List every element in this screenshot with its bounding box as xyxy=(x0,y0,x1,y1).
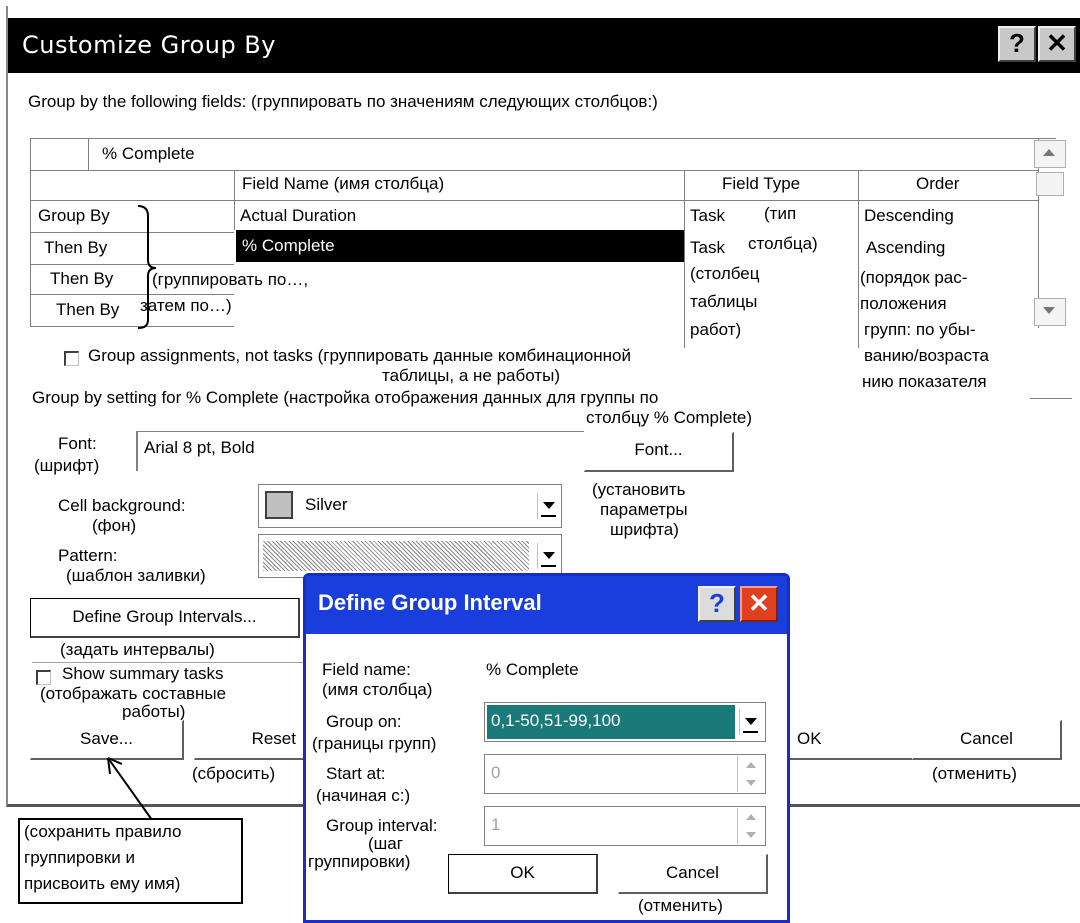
type-note: (тип xyxy=(764,204,797,223)
interval-title-bar: Define Group Interval ? ✕ xyxy=(306,576,787,634)
column-header-field-type[interactable]: Field Type xyxy=(722,174,800,194)
start-at-label-ru: (начиная с:) xyxy=(316,786,411,805)
group-interval-field[interactable]: 1 xyxy=(484,806,766,846)
scroll-down-button[interactable] xyxy=(1034,298,1066,326)
group-on-label-ru: (границы групп) xyxy=(312,734,437,753)
summary-note: работы) xyxy=(122,702,186,721)
type-note: столбца) xyxy=(748,234,818,253)
help-icon[interactable]: ? xyxy=(998,26,1036,62)
start-at-label: Start at: xyxy=(326,764,386,783)
type-cell[interactable]: Task xyxy=(690,206,725,226)
field-cell[interactable]: Actual Duration xyxy=(240,206,356,226)
field-name-label: Field name: xyxy=(322,660,411,679)
color-swatch xyxy=(265,491,293,519)
field-name-label-ru: (имя столбца) xyxy=(322,680,433,699)
order-note: (порядок рас- xyxy=(860,268,968,287)
font-note: параметры xyxy=(600,500,688,519)
setting-label: Group by setting for % Complete (настрой… xyxy=(32,388,659,407)
group-assignments-label-2: таблицы, а не работы) xyxy=(382,366,560,385)
callout-arrow xyxy=(107,757,153,821)
chevron-down-icon[interactable] xyxy=(739,709,761,735)
define-intervals-note: (задать интервалы) xyxy=(60,640,215,659)
type-note: таблицы xyxy=(690,292,758,311)
order-note: нию показателя xyxy=(862,372,987,391)
row-label: Then By xyxy=(44,238,108,257)
save-callout: (сохранить правило группировки и присвои… xyxy=(18,818,243,904)
cancel-note: (отменить) xyxy=(932,764,1017,783)
font-button[interactable]: Font... xyxy=(584,432,734,472)
group-interval-label: Group interval: xyxy=(326,816,438,835)
cancel-button[interactable]: Cancel xyxy=(912,720,1062,760)
row-label: Then By xyxy=(56,300,120,319)
font-field[interactable]: Arial 8 pt, Bold xyxy=(136,431,584,471)
group-on-select[interactable]: 0,1-50,51-99,100 xyxy=(484,702,766,742)
chevron-down-icon[interactable] xyxy=(537,493,559,519)
group-by-fields-label: Group by the following fields: (группиро… xyxy=(28,92,658,111)
reset-note: (сбросить) xyxy=(192,764,276,783)
selected-field-cell[interactable]: % Complete xyxy=(236,230,684,262)
group-interval-spinner[interactable] xyxy=(737,808,763,844)
define-group-interval-dialog: Define Group Interval ? ✕ Field name: (и… xyxy=(303,573,790,923)
show-summary-checkbox[interactable] xyxy=(36,670,51,685)
summary-note: (отображать составные xyxy=(40,684,227,703)
group-on-label: Group on: xyxy=(326,712,402,731)
rows-note: (группировать по…, xyxy=(152,270,309,289)
dialog-title: Customize Group By xyxy=(22,31,276,59)
rows-note: затем по…) xyxy=(140,296,232,315)
ok-button[interactable]: OK xyxy=(768,720,918,760)
pattern-label-ru: (шаблон заливки) xyxy=(66,566,206,585)
row-label: Then By xyxy=(50,269,114,288)
field-name-value: % Complete xyxy=(486,660,579,679)
interval-cancel-note: (отменить) xyxy=(638,896,723,915)
column-header-order[interactable]: Order xyxy=(916,174,959,194)
reset-button[interactable]: Reset xyxy=(194,720,306,760)
close-icon[interactable]: ✕ xyxy=(1038,26,1076,62)
group-assignments-label: Group assignments, not tasks (группирова… xyxy=(88,346,631,365)
pattern-label: Pattern: xyxy=(58,546,118,565)
type-cell[interactable]: Task xyxy=(690,238,725,258)
pattern-select[interactable] xyxy=(258,534,562,578)
interval-ok-button[interactable]: OK xyxy=(448,854,598,894)
order-cell[interactable]: Descending xyxy=(864,206,954,226)
close-icon[interactable]: ✕ xyxy=(740,586,778,622)
group-interval-label-ru: (шаг xyxy=(368,834,403,853)
font-label: Font: xyxy=(58,434,97,453)
start-at-field[interactable]: 0 xyxy=(484,754,766,794)
interval-cancel-button[interactable]: Cancel xyxy=(618,854,768,894)
cell-background-select[interactable]: Silver xyxy=(258,484,562,528)
start-at-spinner[interactable] xyxy=(737,756,763,792)
group-assignments-checkbox[interactable] xyxy=(64,351,79,366)
setting-label-2: столбцу % Complete) xyxy=(586,408,753,427)
pattern-swatch xyxy=(263,541,529,571)
show-summary-label: Show summary tasks xyxy=(62,664,224,683)
chevron-down-icon[interactable] xyxy=(537,543,559,569)
type-note: (столбец xyxy=(690,264,760,283)
help-icon[interactable]: ? xyxy=(698,586,736,622)
type-note: работ) xyxy=(690,320,742,339)
order-cell[interactable]: Ascending xyxy=(866,238,945,258)
scroll-up-button[interactable] xyxy=(1034,140,1066,168)
row-label: Group By xyxy=(38,206,110,225)
cell-background-label-ru: (фон) xyxy=(92,516,137,535)
define-group-intervals-button[interactable]: Define Group Intervals... xyxy=(30,598,300,638)
column-header-field-name[interactable]: Field Name (имя столбца) xyxy=(242,174,444,194)
interval-dialog-title: Define Group Interval xyxy=(318,590,542,615)
font-note: шрифта) xyxy=(610,520,679,539)
grid-current-cell[interactable]: % Complete xyxy=(102,144,195,164)
order-note: ванию/возраста xyxy=(864,346,990,365)
cell-background-label: Cell background: xyxy=(58,496,186,515)
order-note: групп: по убы- xyxy=(864,320,976,339)
order-note: положения xyxy=(860,294,947,313)
scroll-thumb[interactable] xyxy=(1036,172,1064,196)
font-note: (установить xyxy=(592,480,686,499)
font-label-ru: (шрифт) xyxy=(34,456,100,475)
title-bar: Customize Group By ? ✕ xyxy=(8,18,1080,73)
group-interval-label-ru-2: группировки) xyxy=(308,852,411,871)
